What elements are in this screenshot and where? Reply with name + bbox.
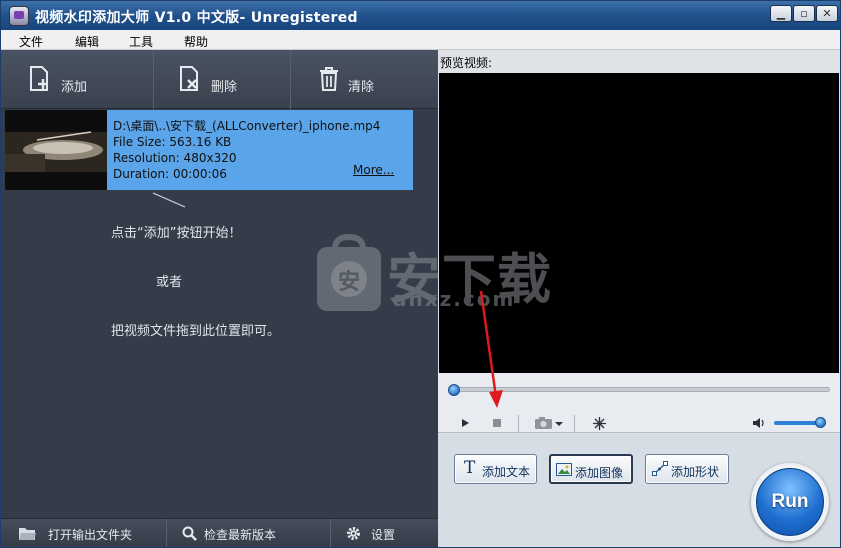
effects-icon[interactable]: [592, 416, 607, 431]
settings-button[interactable]: 设置: [332, 519, 438, 547]
add-button[interactable]: 添加: [1, 50, 153, 109]
hint-click-add: 点击“添加”按钮开始！: [111, 226, 242, 241]
toolbar-divider: [153, 50, 154, 109]
toolbar-divider: [290, 50, 291, 109]
gear-icon: [347, 527, 360, 540]
shape-tool-icon: [652, 461, 668, 476]
add-file-icon: [30, 66, 48, 91]
maximize-icon: ▫: [800, 7, 808, 20]
add-text-label: 添加文本: [482, 465, 531, 479]
add-text-button[interactable]: T 添加文本: [454, 454, 537, 484]
delete-label: 删除: [211, 80, 238, 95]
watermark-actions: T 添加文本 添加图像 添加形状 Run: [438, 434, 840, 547]
playback-controls: [438, 373, 840, 433]
minimize-icon: ▁: [776, 7, 786, 20]
run-button[interactable]: Run: [756, 468, 824, 536]
settings-label: 设置: [371, 528, 396, 542]
file-duration: Duration: 00:00:06: [113, 167, 227, 181]
volume-icon[interactable]: [752, 417, 766, 429]
text-tool-icon: T: [464, 458, 476, 478]
seek-handle[interactable]: [448, 384, 460, 396]
site-watermark: 安 安下载 anxz.com: [313, 233, 551, 323]
menu-file[interactable]: 文件: [19, 33, 43, 50]
more-link[interactable]: More...: [353, 163, 394, 177]
folder-icon: [19, 528, 36, 540]
watermark-subtext: anxz.com: [393, 287, 516, 311]
open-output-folder-button[interactable]: 打开输出文件夹: [1, 519, 166, 547]
check-update-label: 检查最新版本: [204, 528, 277, 542]
add-shape-button[interactable]: 添加形状: [645, 454, 729, 484]
camera-icon[interactable]: [534, 417, 564, 430]
drag-mark-icon: [152, 192, 186, 208]
app-window: 视频水印添加大师 V1.0 中文版- Unregistered ▁ ▫ ✕ 文件…: [0, 0, 841, 548]
close-button[interactable]: ✕: [816, 5, 838, 22]
video-preview[interactable]: [439, 73, 839, 373]
image-icon: [556, 463, 572, 476]
hint-drag-drop: 把视频文件拖到此位置即可。: [111, 324, 281, 339]
file-list-item[interactable]: D:\桌面\..\安下载_(ALLConverter)_iphone.mp4 F…: [5, 110, 413, 190]
trash-icon: [320, 67, 338, 91]
file-info: D:\桌面\..\安下载_(ALLConverter)_iphone.mp4 F…: [113, 118, 380, 182]
statusbar-divider: [330, 519, 331, 547]
play-icon[interactable]: [460, 418, 470, 428]
close-icon: ✕: [822, 7, 832, 20]
file-toolbar: 添加 删除 清除: [1, 50, 438, 109]
add-image-button[interactable]: 添加图像: [549, 454, 633, 484]
watermark-badge: 安: [338, 270, 361, 295]
delete-file-icon: [180, 66, 198, 91]
volume-handle[interactable]: [815, 417, 826, 428]
statusbar-divider: [166, 519, 167, 547]
open-output-label: 打开输出文件夹: [48, 528, 133, 542]
check-update-button[interactable]: 检查最新版本: [168, 519, 330, 547]
stop-icon[interactable]: [492, 418, 502, 428]
title-bar[interactable]: 视频水印添加大师 V1.0 中文版- Unregistered ▁ ▫ ✕: [1, 1, 840, 30]
file-path: D:\桌面\..\安下载_(ALLConverter)_iphone.mp4: [113, 119, 381, 133]
run-button-frame: Run: [751, 463, 829, 541]
menu-help[interactable]: 帮助: [184, 33, 208, 50]
preview-label: 预览视频:: [440, 56, 493, 70]
seek-bar[interactable]: [452, 387, 830, 392]
add-image-label: 添加图像: [575, 466, 624, 480]
minimize-button[interactable]: ▁: [770, 5, 792, 22]
maximize-button[interactable]: ▫: [793, 5, 815, 22]
clear-label: 清除: [348, 80, 375, 95]
clear-button[interactable]: 清除: [292, 50, 438, 109]
app-logo-icon: [9, 6, 29, 26]
delete-button[interactable]: 删除: [155, 50, 290, 109]
bottom-toolbar: 打开输出文件夹 检查最新版本 设置: [1, 518, 438, 547]
menu-bar: 文件 编辑 工具 帮助: [1, 30, 840, 50]
add-shape-label: 添加形状: [671, 465, 720, 479]
window-title: 视频水印添加大师 V1.0 中文版- Unregistered: [35, 10, 358, 26]
hint-or: 或者: [156, 275, 183, 290]
video-thumbnail: [5, 110, 107, 190]
file-resolution: Resolution: 480x320: [113, 151, 237, 165]
controls-divider: [574, 415, 575, 433]
controls-divider: [518, 415, 519, 433]
file-size: File Size: 563.16 KB: [113, 135, 232, 149]
menu-edit[interactable]: 编辑: [75, 33, 99, 50]
search-icon: [182, 526, 197, 541]
add-label: 添加: [61, 80, 88, 95]
menu-tools[interactable]: 工具: [129, 33, 153, 50]
